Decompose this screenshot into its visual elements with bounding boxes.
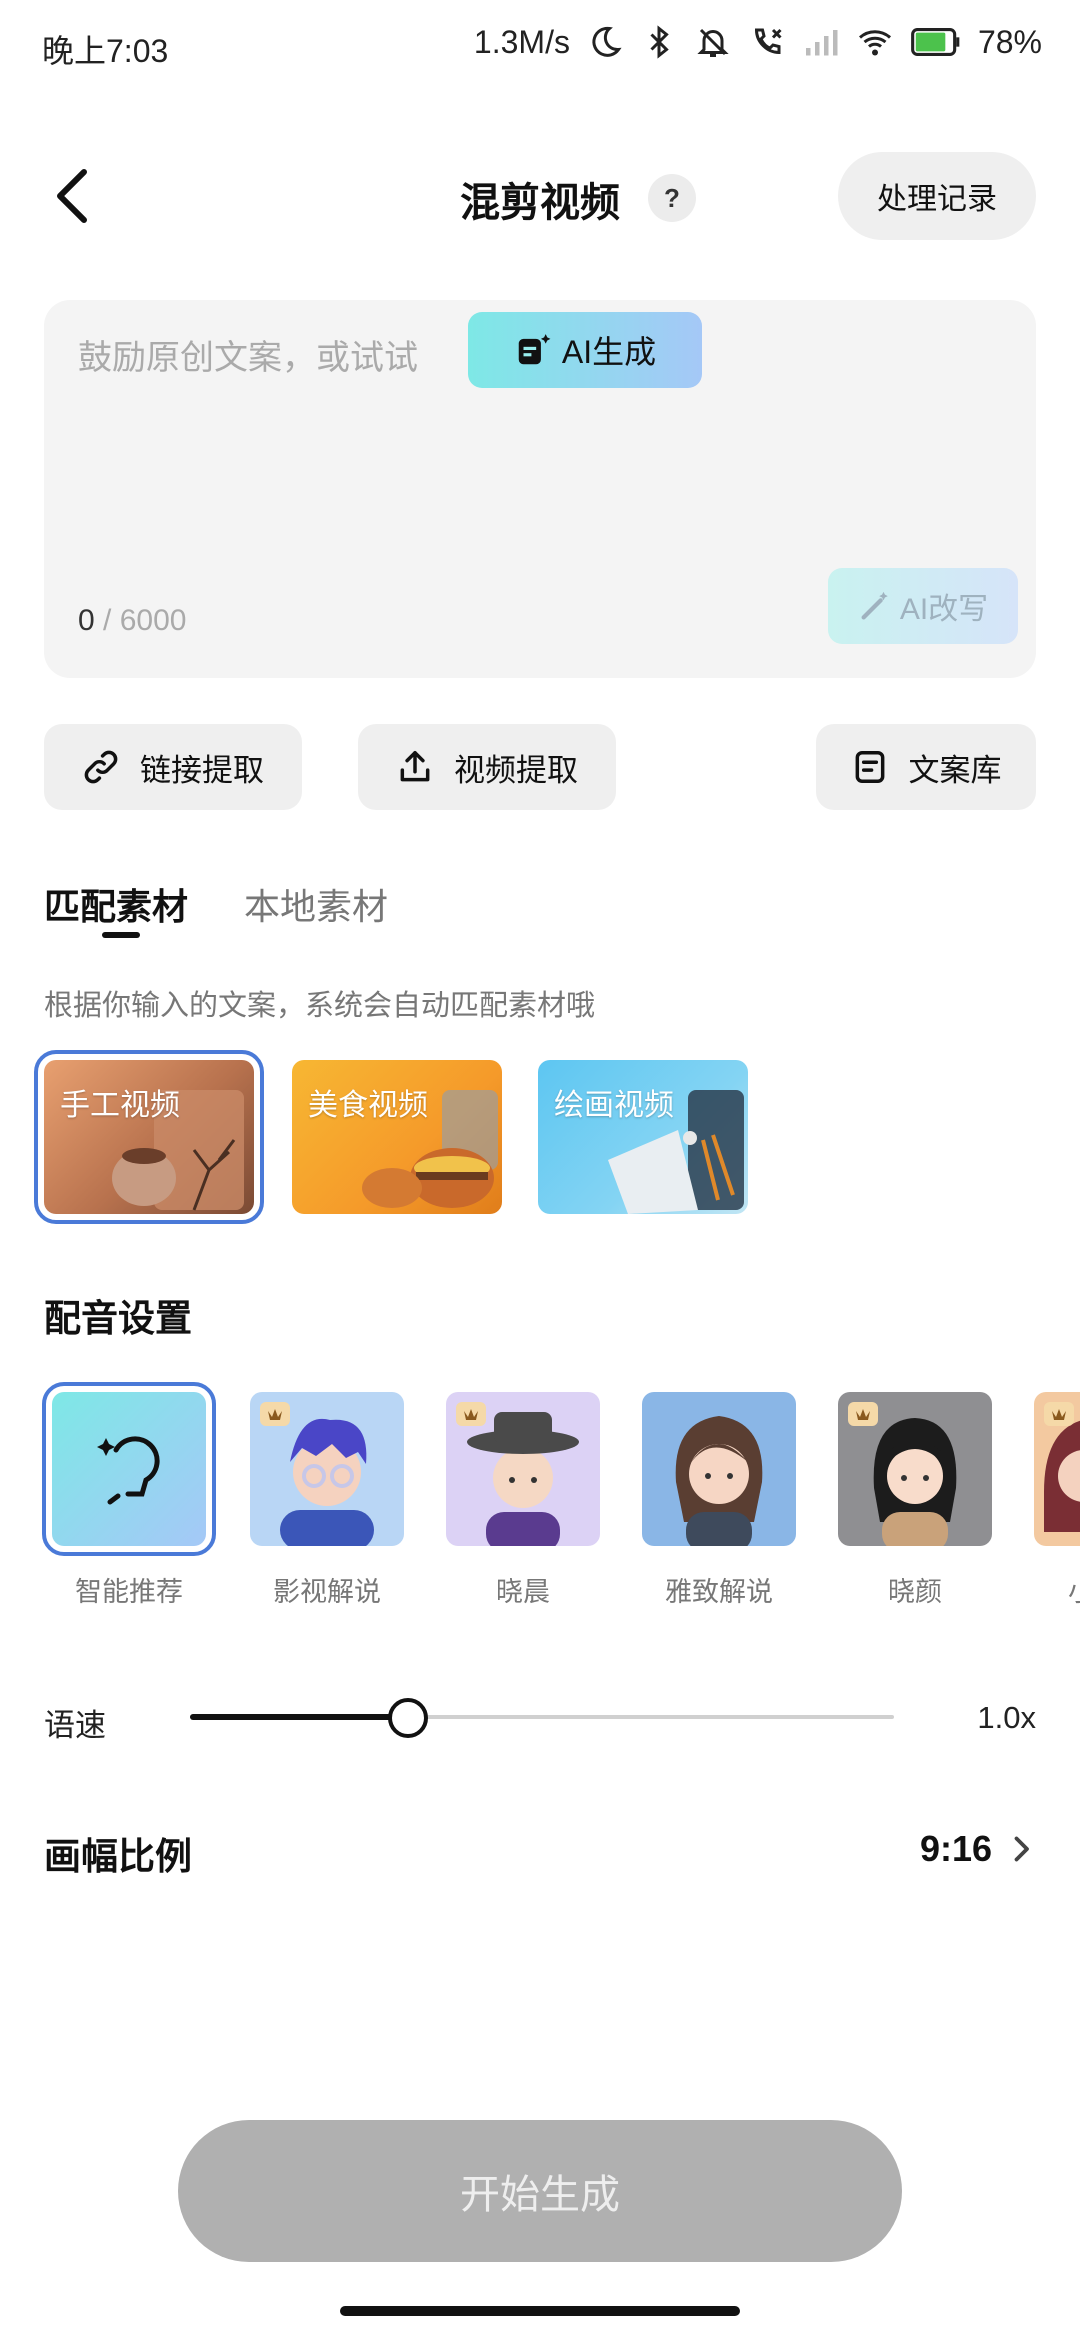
material-handcraft[interactable]: 手工视频 [34, 1050, 264, 1224]
material-hint: 根据你输入的文案，系统会自动匹配素材哦 [44, 990, 596, 1022]
ai-generate-label: AI生成 [561, 334, 657, 370]
header: 混剪视频 ? 处理记录 [0, 140, 1080, 250]
vip-crown-icon [456, 1402, 486, 1426]
bluetooth-icon [640, 22, 678, 62]
char-counter: 0 / 6000 [78, 604, 186, 638]
status-time: 晚上7:03 [42, 33, 169, 69]
speed-value: 1.0x [977, 1700, 1036, 1735]
status-bar: 晚上7:03 1.3M/s 78% [0, 0, 1080, 90]
vip-crown-icon [1044, 1402, 1074, 1426]
link-icon [84, 750, 118, 784]
char-count: 0 [78, 604, 95, 637]
voice-avatar [1034, 1392, 1080, 1546]
voice-partial[interactable]: 小 [1034, 1392, 1080, 1609]
tab-indicator [102, 932, 140, 938]
aspect-ratio-label: 画幅比例 [44, 1836, 192, 1877]
material-label: 美食视频 [308, 1089, 428, 1122]
processing-records-button[interactable]: 处理记录 [838, 152, 1036, 240]
moon-icon [586, 22, 624, 62]
speed-slider-fill [190, 1714, 409, 1720]
voice-name: 影视解说 [273, 1577, 381, 1607]
voice-name: 智能推荐 [75, 1577, 183, 1607]
copy-library-label: 文案库 [908, 752, 1002, 788]
ai-rewrite-label: AI改写 [899, 593, 989, 626]
voice-xiaochen[interactable]: 晓晨 [446, 1392, 600, 1609]
ai-generate-button[interactable]: AI生成 [468, 312, 702, 388]
call-blocked-icon [748, 22, 786, 62]
start-generate-button[interactable]: 开始生成 [178, 2120, 902, 2262]
voice-avatar [838, 1392, 992, 1546]
magic-wand-icon [861, 591, 888, 620]
voice-avatar [42, 1382, 216, 1556]
status-icons: 1.3M/s 78% [474, 22, 1042, 62]
speed-label: 语速 [44, 1708, 106, 1743]
link-extract-button[interactable]: 链接提取 [44, 724, 302, 810]
vip-crown-icon [260, 1402, 290, 1426]
voice-film-commentary[interactable]: 影视解说 [250, 1392, 404, 1609]
voice-settings-title: 配音设置 [44, 1298, 192, 1339]
voice-xiaoyan[interactable]: 晓颜 [838, 1392, 992, 1609]
aspect-ratio-value[interactable]: 9:16 [920, 1828, 992, 1870]
char-limit: / 6000 [103, 604, 187, 637]
voice-name: 晓颜 [888, 1577, 942, 1607]
copy-library-button[interactable]: 文案库 [816, 724, 1036, 810]
voice-name: 小 [1034, 1570, 1080, 1609]
video-extract-button[interactable]: 视频提取 [358, 724, 616, 810]
vip-crown-icon [848, 1402, 878, 1426]
upload-icon [400, 751, 430, 782]
ai-doc-icon [518, 334, 551, 365]
voice-avatar [250, 1392, 404, 1546]
link-extract-label: 链接提取 [140, 752, 264, 788]
home-indicator [340, 2306, 740, 2316]
help-button[interactable]: ? [648, 174, 696, 222]
script-placeholder: 鼓励原创文案，或试试 [78, 339, 418, 377]
material-food[interactable]: 美食视频 [292, 1060, 502, 1214]
script-input-area[interactable]: 鼓励原创文案，或试试 AI生成 0 / 6000 AI改写 [44, 300, 1036, 678]
chevron-right-icon[interactable] [1006, 1834, 1036, 1864]
net-speed: 1.3M/s [473, 23, 570, 60]
smart-voice-icon [97, 1436, 160, 1505]
woman-avatar-image [675, 1416, 763, 1546]
voice-name: 晓晨 [496, 1577, 550, 1607]
video-extract-label: 视频提取 [454, 752, 578, 788]
battery-icon [910, 22, 962, 62]
document-icon [855, 751, 884, 783]
voice-name: 雅致解说 [665, 1577, 773, 1607]
material-painting[interactable]: 绘画视频 [538, 1060, 748, 1214]
speed-slider-handle[interactable] [388, 1698, 429, 1738]
signal-icon [802, 22, 840, 62]
voice-avatar [446, 1392, 600, 1546]
material-label: 手工视频 [60, 1089, 180, 1122]
ai-rewrite-button[interactable]: AI改写 [828, 568, 1018, 644]
voice-avatar [642, 1392, 796, 1546]
voice-elegant-commentary[interactable]: 雅致解说 [642, 1392, 796, 1609]
battery-percent: 78% [977, 23, 1042, 60]
tab-matched-materials[interactable]: 匹配素材 [44, 878, 188, 930]
wifi-icon [856, 22, 894, 62]
voice-smart-recommend[interactable]: 智能推荐 [42, 1382, 216, 1609]
tab-local-materials[interactable]: 本地素材 [244, 878, 388, 930]
material-label: 绘画视频 [554, 1089, 674, 1122]
mute-bell-icon [694, 22, 732, 62]
